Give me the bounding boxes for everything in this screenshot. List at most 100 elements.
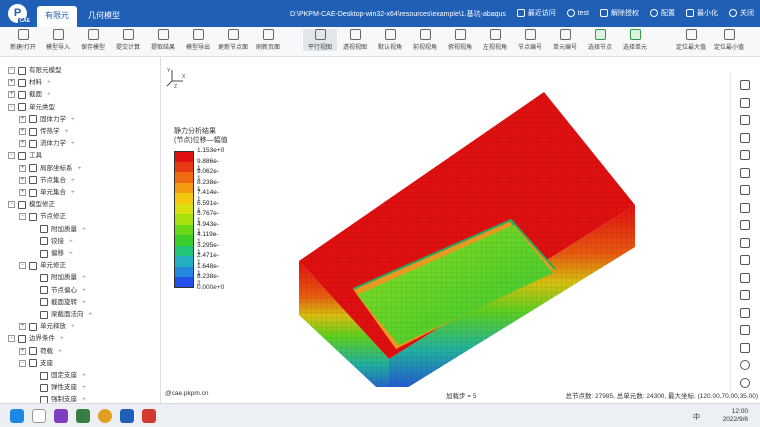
add-icon[interactable]: + xyxy=(58,346,62,357)
tree-item[interactable]: 梁截面法向 + xyxy=(30,309,92,320)
input-method-indicator[interactable]: 中 xyxy=(693,412,700,422)
tree-item[interactable]: - 边界条件 + xyxy=(8,333,64,344)
ribbon-button-2[interactable]: 保存模型 xyxy=(76,29,110,51)
collapse-icon[interactable]: - xyxy=(8,67,15,74)
expand-icon[interactable]: + xyxy=(19,164,26,172)
ribbon-button-9[interactable]: 透视视图 xyxy=(338,29,372,51)
ribbon-button-19[interactable]: 定位最小值 xyxy=(712,29,746,51)
scan-icon[interactable] xyxy=(740,272,750,283)
tree-item[interactable]: 弹性支座 + xyxy=(30,382,86,393)
pkpm-cae-icon[interactable] xyxy=(120,409,134,423)
add-icon[interactable]: + xyxy=(65,126,69,137)
expand-icon[interactable]: + xyxy=(19,189,26,196)
visual-studio-icon[interactable] xyxy=(54,409,68,423)
expand-icon[interactable]: + xyxy=(19,347,26,355)
ribbon-button-3[interactable]: 提交计算 xyxy=(111,29,145,51)
ribbon-button-12[interactable]: 俯视视角 xyxy=(443,29,477,51)
ribbon-button-6[interactable]: 更新节点面 xyxy=(216,29,250,51)
ribbon-button-16[interactable]: 选择节点 xyxy=(583,29,617,51)
expand-icon[interactable]: + xyxy=(19,176,26,184)
ribbon-button-11[interactable]: 前视视角 xyxy=(408,29,442,51)
tab-geometry[interactable]: 几何模型 xyxy=(80,6,128,27)
ribbon-button-1[interactable]: 模型导入 xyxy=(41,29,75,51)
ribbon-button-8[interactable]: 平行视图 xyxy=(303,29,337,51)
hand-icon[interactable] xyxy=(740,150,750,160)
add-icon[interactable]: + xyxy=(71,187,75,198)
bulb-icon[interactable] xyxy=(740,290,750,300)
tag-alt-icon[interactable] xyxy=(740,237,750,248)
collapse-icon[interactable]: - xyxy=(19,213,26,221)
tree-item[interactable]: + 材料 + xyxy=(8,77,51,88)
menu-icon[interactable] xyxy=(740,80,750,90)
tree-item[interactable]: + 节点集合 + xyxy=(19,175,75,186)
add-icon[interactable]: + xyxy=(71,114,75,125)
expand-icon[interactable]: + xyxy=(19,323,26,331)
expand-icon[interactable]: + xyxy=(19,115,26,123)
ribbon-button-18[interactable]: 定位最大值 xyxy=(674,29,708,51)
tree-item[interactable]: 强制支座 + xyxy=(30,394,86,403)
tree-item[interactable]: 截面旋转 + xyxy=(30,297,86,308)
tree-item[interactable]: + 荷载 + xyxy=(19,346,62,357)
crop-icon[interactable] xyxy=(740,325,750,335)
checklist-icon[interactable] xyxy=(740,132,750,143)
ribbon-button-5[interactable]: 模型导出 xyxy=(181,29,215,51)
recent-button[interactable]: 最近访问 xyxy=(516,8,556,18)
add-icon[interactable]: + xyxy=(69,236,73,247)
tree-item[interactable]: 附加质量 + xyxy=(30,272,86,283)
ribbon-button-7[interactable]: 刷新页面 xyxy=(251,29,285,51)
tree-item[interactable]: 偏移 + xyxy=(30,248,73,259)
add-icon[interactable]: + xyxy=(69,248,73,259)
export-icon[interactable] xyxy=(740,202,750,213)
tab-fem[interactable]: 有限元 xyxy=(37,6,77,27)
add-icon[interactable]: + xyxy=(78,163,82,174)
gear-icon[interactable] xyxy=(740,360,750,370)
ribbon-button-14[interactable]: 节点编号 xyxy=(513,29,547,51)
search-icon[interactable] xyxy=(32,409,46,423)
minimize-button[interactable]: 最小化 xyxy=(686,8,718,18)
tree-item[interactable]: + 单元集合 + xyxy=(19,187,75,198)
pin-icon[interactable] xyxy=(740,307,750,318)
tree-item[interactable]: - 单元类型 xyxy=(8,102,55,113)
help-icon[interactable] xyxy=(740,377,750,388)
expand-icon[interactable]: + xyxy=(19,128,26,135)
document-icon[interactable] xyxy=(740,115,750,125)
add-icon[interactable]: + xyxy=(82,285,86,296)
collapse-icon[interactable]: - xyxy=(8,335,15,343)
add-icon[interactable]: + xyxy=(82,382,86,393)
app-icon[interactable] xyxy=(76,409,90,423)
list-icon[interactable] xyxy=(740,97,750,108)
3d-viewport[interactable]: Y X Z 静力分析结果 (节点)位移—幅值 1.153e+0 9.886e-1 9… xyxy=(161,57,758,403)
ribbon-button-4[interactable]: 提取结果 xyxy=(146,29,180,51)
play-icon[interactable] xyxy=(740,255,750,265)
collapse-icon[interactable]: - xyxy=(19,359,26,367)
add-icon[interactable]: + xyxy=(71,321,75,332)
tree-item[interactable]: - 模型修正 xyxy=(8,199,55,210)
tree-item[interactable]: - 单元修正 xyxy=(19,260,66,271)
tree-item[interactable]: + 截面 + xyxy=(8,89,51,100)
tree-item[interactable]: 附加质量 + xyxy=(30,224,86,235)
collapse-icon[interactable]: - xyxy=(19,262,26,270)
tree-item[interactable]: + 单元释放 + xyxy=(19,321,75,332)
tree-item[interactable]: 节点偏心 + xyxy=(30,285,86,296)
add-icon[interactable]: + xyxy=(82,394,86,403)
tree-item[interactable]: + 传热学 + xyxy=(19,126,68,137)
tree-item[interactable]: - 支座 xyxy=(19,358,53,369)
ribbon-button-17[interactable]: 选择单元 xyxy=(618,29,652,51)
ribbon-button-10[interactable]: 默认视角 xyxy=(373,29,407,51)
ribbon-button-15[interactable]: 单元编号 xyxy=(548,29,582,51)
tree-item[interactable]: + 流体力学 + xyxy=(19,138,75,149)
add-icon[interactable]: + xyxy=(47,89,51,100)
layers-icon[interactable] xyxy=(740,167,750,178)
collapse-icon[interactable]: - xyxy=(8,152,15,160)
tree-item[interactable]: - 工具 xyxy=(8,150,42,161)
tree-item[interactable]: 铰接 + xyxy=(30,236,73,247)
unlicense-button[interactable]: 解除授权 xyxy=(600,8,639,18)
ribbon-button-0[interactable]: 新建/打开 xyxy=(6,29,40,51)
ribbon-button-13[interactable]: 左视视角 xyxy=(478,29,512,51)
collapse-icon[interactable]: - xyxy=(8,103,15,111)
windows-start-icon[interactable] xyxy=(10,409,24,423)
add-icon[interactable]: + xyxy=(82,370,86,381)
add-icon[interactable]: + xyxy=(89,309,93,320)
add-icon[interactable]: + xyxy=(82,297,86,308)
tree-item[interactable]: + 局部坐标系 + xyxy=(19,163,81,174)
